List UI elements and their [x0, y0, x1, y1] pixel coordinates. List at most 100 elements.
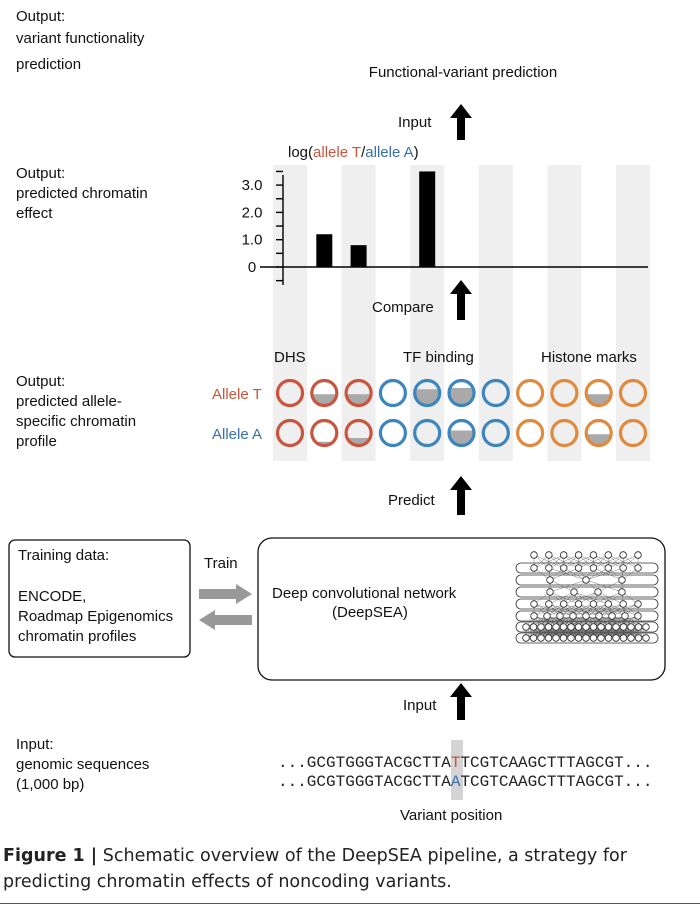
up-arrow-icon [450, 280, 472, 320]
figure-caption: Figure 1 | Schematic overview of the Dee… [3, 843, 683, 895]
input-label: Input [403, 697, 437, 714]
network-node [582, 612, 590, 620]
network-node [604, 551, 612, 559]
train-label: Train [204, 555, 238, 572]
allele-t-label: Allele T [212, 386, 262, 403]
up-arrow-icon [450, 683, 472, 720]
network-node [544, 634, 553, 642]
network-name: Deep convolutional network [272, 585, 457, 602]
group-label-dhs: DHS [274, 349, 306, 366]
profile-circle [378, 418, 407, 448]
network-node [589, 551, 598, 559]
network-node [582, 623, 590, 631]
circle-outline [515, 378, 545, 408]
profile-circle [447, 378, 476, 408]
allele-a-label: Allele A [212, 426, 262, 443]
network-node [589, 564, 598, 572]
network-node [619, 564, 627, 572]
network-node [546, 588, 554, 596]
network-node [642, 634, 650, 642]
profile-circle [515, 418, 545, 448]
profile-circle [310, 418, 339, 448]
up-arrow-icon [450, 104, 472, 140]
network-node [569, 612, 577, 620]
network-node [604, 564, 612, 572]
y-tick-label: 1.0 [242, 232, 263, 249]
chromatin-profile-circles [275, 378, 648, 448]
network-abbrev: (DeepSEA) [332, 604, 408, 621]
right-arrow-icon [199, 584, 252, 604]
network-node [522, 634, 530, 642]
profile-output-label: Output: predicted allele- specific chrom… [16, 373, 140, 450]
network-node [567, 634, 575, 642]
network-node [627, 634, 635, 642]
network-node [634, 634, 643, 642]
network-node [612, 634, 620, 642]
network-node [545, 600, 553, 608]
network-node [634, 551, 642, 559]
bar-3 [350, 245, 367, 267]
profile-circle [447, 418, 476, 448]
network-node [560, 551, 568, 559]
network-node [545, 564, 553, 572]
network-node [589, 623, 598, 631]
left-arrow-icon [199, 610, 252, 630]
figure-number: Figure 1 | [3, 846, 98, 866]
network-node [567, 623, 575, 631]
column-stripe [478, 165, 513, 461]
network-node [537, 634, 545, 642]
network-node [634, 564, 642, 572]
neural-network-icon [515, 551, 659, 644]
profile-circle [310, 378, 339, 408]
network-node [634, 600, 642, 608]
functional-variant-title: Functional-variant prediction [369, 64, 557, 81]
chromatin-effect-output-label: Output: predicted chromatin effect [16, 165, 152, 222]
network-node [545, 551, 553, 559]
network-node [618, 588, 626, 596]
column-stripe [616, 165, 650, 461]
y-tick-label: 0 [248, 259, 256, 276]
network-node [589, 634, 598, 642]
column-stripe [547, 165, 582, 461]
compare-label: Compare [372, 299, 434, 316]
network-node [604, 623, 613, 631]
network-node [574, 600, 583, 608]
up-arrow-icon [450, 476, 472, 515]
profile-circle [584, 418, 613, 448]
network-node [574, 634, 583, 642]
chart-ylabel: log(allele T/allele A) [288, 144, 419, 161]
network-node [530, 600, 538, 608]
network-node [537, 623, 545, 631]
network-node [530, 551, 538, 559]
y-tick-label: 3.0 [242, 177, 263, 194]
network-node [594, 588, 602, 596]
profile-circle [378, 378, 407, 408]
variant-output-label: Output: variant functionality prediction [16, 8, 149, 73]
y-tick-label: 2.0 [242, 204, 263, 221]
caption-text: Schematic overview of the DeepSEA pipeli… [3, 846, 627, 892]
bar-5 [419, 171, 436, 267]
network-node [530, 564, 538, 572]
network-node [612, 623, 620, 631]
network-node [529, 634, 538, 642]
sequence-input-label: Input: genomic sequences (1,000 bp) [16, 736, 154, 793]
network-node [619, 623, 628, 631]
group-label-histone-marks: Histone marks [541, 349, 637, 366]
network-node [574, 551, 583, 559]
network-node [634, 623, 643, 631]
predict-label: Predict [388, 492, 436, 509]
bar-2 [316, 234, 333, 267]
network-node [597, 623, 605, 631]
circle-outline [515, 418, 545, 448]
network-layer [515, 586, 659, 598]
network-node [589, 600, 598, 608]
network-node [608, 612, 616, 620]
group-label-tf-binding: TF binding [403, 349, 474, 366]
network-node [582, 576, 590, 584]
network-node [574, 564, 583, 572]
top-input-label: Input [398, 114, 432, 131]
network-node [559, 623, 568, 631]
network-node [529, 623, 538, 631]
network-node [597, 634, 605, 642]
figure-canvas: Output: variant functionality prediction… [8, 8, 666, 824]
